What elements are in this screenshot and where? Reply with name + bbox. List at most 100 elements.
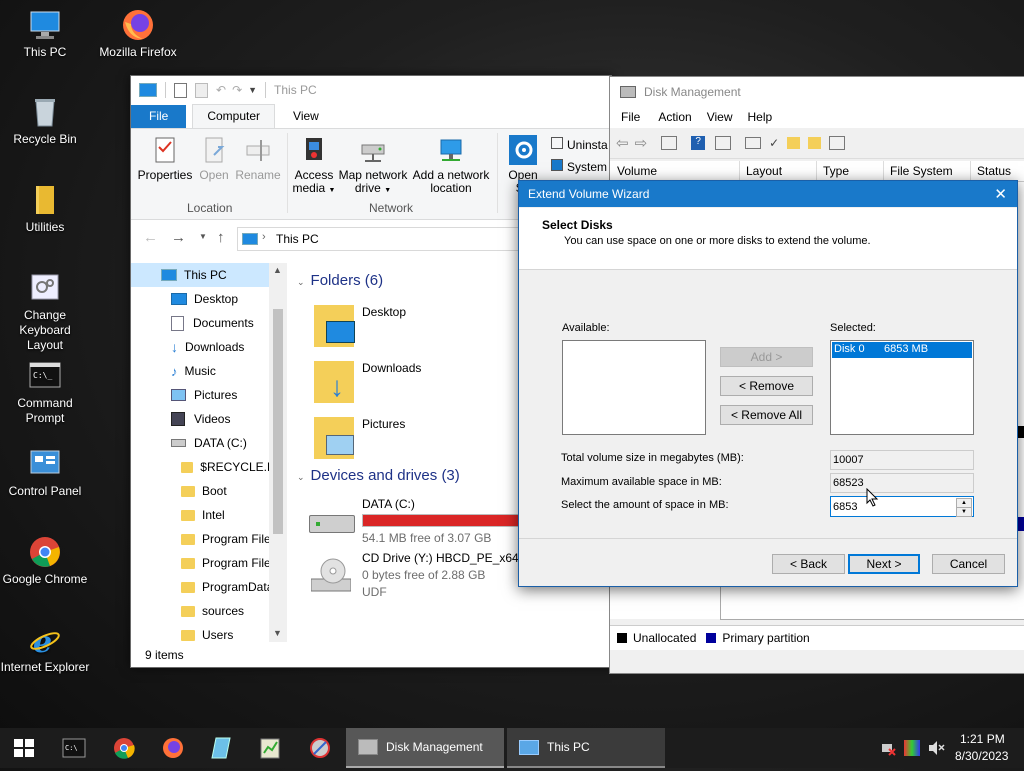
access-media-button[interactable]: Access media ▼ [291,135,337,197]
remove-button[interactable]: < Remove [720,376,813,396]
nav-item-folder[interactable]: Users [131,623,287,642]
desktop-icon-command-prompt[interactable]: C:\_ Command Prompt [0,359,90,426]
folder-icon [181,605,195,617]
nav-item-folder[interactable]: Program Files [131,527,287,551]
next-button[interactable]: Next > [848,554,920,574]
column-type[interactable]: Type [823,164,849,178]
help-icon[interactable]: ? [691,136,706,150]
column-status[interactable]: Status [977,164,1011,178]
desktop-icon-this-pc[interactable]: This PC [0,8,90,60]
clock-time[interactable]: 1:21 PM [960,732,1005,746]
column-layout[interactable]: Layout [746,164,782,178]
available-disks-list[interactable] [562,340,706,435]
taskbar-editor-icon[interactable] [258,736,282,760]
menu-help[interactable]: Help [748,110,773,124]
desktop-icon-control-panel[interactable]: Control Panel [0,447,90,499]
back-button[interactable]: < Back [772,554,845,574]
back-icon[interactable]: ← [143,229,158,246]
start-button[interactable] [0,728,48,768]
chevron-down-icon[interactable]: ▼ [248,85,257,95]
available-label: Available: [562,322,610,334]
nav-item-data-c[interactable]: DATA (C:) [131,431,287,455]
add-network-location-button[interactable]: Add a network location [410,135,492,195]
spin-down-button[interactable]: ▼ [956,507,972,517]
tab-file[interactable]: File [131,105,187,128]
amount-input[interactable] [831,497,957,516]
desktop-icon-firefox[interactable]: Mozilla Firefox [93,8,183,60]
clock-date[interactable]: 8/30/2023 [955,749,1008,763]
taskbar-notepad-icon[interactable] [210,736,234,760]
recent-locations-icon[interactable]: ▼ [199,232,207,241]
undo-icon[interactable]: ↶ [216,83,226,97]
menu-view[interactable]: View [707,110,733,124]
amount-spinner[interactable]: ▲ ▼ [830,496,974,517]
properties-qat-icon[interactable] [174,82,187,98]
volume-muted-icon[interactable] [928,740,946,756]
search-folder-icon[interactable] [808,137,822,149]
nav-item-folder[interactable]: sources [131,599,287,623]
check-icon[interactable]: ✓ [769,136,779,150]
taskbar-this-pc-button[interactable]: This PC [507,728,665,768]
up-folder-icon[interactable] [787,137,801,149]
nav-item-desktop[interactable]: Desktop [131,287,287,311]
desktop-icon-recycle-bin[interactable]: Recycle Bin [0,95,90,147]
forward-icon[interactable]: → [171,229,186,246]
taskbar-chrome-icon[interactable] [112,736,136,760]
tab-computer[interactable]: Computer [192,104,276,128]
tab-view[interactable]: View [279,105,333,128]
desktop-icon-change-keyboard-layout[interactable]: Change Keyboard Layout [0,271,90,353]
list-view-icon[interactable] [715,136,732,150]
redo-icon[interactable]: ↷ [232,83,242,97]
cancel-button[interactable]: Cancel [932,554,1005,574]
nav-item-videos[interactable]: Videos [131,407,287,431]
taskbar-command-prompt-icon[interactable]: C:\ [62,736,86,760]
back-icon[interactable]: ⇦ [616,134,629,152]
selected-disks-list[interactable]: Disk 0 6853 MB [830,340,974,435]
system-button[interactable]: System [551,159,611,174]
map-network-drive-button[interactable]: Map network drive ▼ [338,135,408,197]
close-icon[interactable]: ✕ [994,185,1007,203]
up-icon[interactable]: ↑ [217,229,225,246]
scroll-down-icon[interactable]: ▼ [273,628,282,638]
scroll-up-icon[interactable]: ▲ [273,265,282,275]
nav-item-folder[interactable]: Boot [131,479,287,503]
menu-file[interactable]: File [621,110,640,124]
connect-icon[interactable] [745,137,762,149]
nav-scrollbar[interactable]: ▲ ▼ [269,263,287,642]
properties-button[interactable]: Properties [137,135,193,182]
desktop-icon-utilities[interactable]: Utilities [0,183,90,235]
scrollbar-thumb[interactable] [273,309,283,534]
remove-all-button[interactable]: < Remove All [720,405,813,425]
taskbar-tool-icon[interactable] [308,736,332,760]
folders-group-header[interactable]: ⌄ Folders (6) [297,272,383,289]
forward-icon[interactable]: ⇨ [635,134,648,152]
taskbar-firefox-icon[interactable] [161,736,185,760]
rename-button[interactable]: Rename [235,135,281,182]
console-tree-icon[interactable] [661,136,678,150]
menu-action[interactable]: Action [658,110,691,124]
nav-item-folder[interactable]: Intel [131,503,287,527]
nav-item-pictures[interactable]: Pictures [131,383,287,407]
nav-item-music[interactable]: ♪ Music [131,359,287,383]
nav-item-documents[interactable]: Documents [131,311,287,335]
nav-item-downloads[interactable]: ↓ Downloads [131,335,287,359]
color-tray-icon[interactable] [904,740,920,756]
add-button[interactable]: Add > [720,347,813,367]
devices-group-header[interactable]: ⌄ Devices and drives (3) [297,467,460,484]
svg-text:C:\: C:\ [65,744,78,752]
nav-item-folder[interactable]: $RECYCLE.BIN [131,455,287,479]
selected-disk-item[interactable]: Disk 0 6853 MB [832,342,972,358]
desktop-icon-google-chrome[interactable]: Google Chrome [0,535,90,587]
open-button[interactable]: Open [197,135,231,182]
nav-item-folder[interactable]: ProgramData [131,575,287,599]
nav-item-this-pc[interactable]: This PC [131,263,287,287]
properties-icon[interactable] [829,136,846,150]
network-disconnected-icon[interactable] [880,740,896,756]
desktop-icon-internet-explorer[interactable]: e Internet Explorer [0,623,90,675]
new-folder-qat-icon[interactable] [195,82,208,98]
nav-item-folder[interactable]: Program Files [131,551,287,575]
column-file-system[interactable]: File System [890,164,953,178]
column-volume[interactable]: Volume [617,164,657,178]
uninstall-button[interactable]: Uninsta [551,137,611,152]
taskbar-disk-management-button[interactable]: Disk Management [346,728,504,768]
